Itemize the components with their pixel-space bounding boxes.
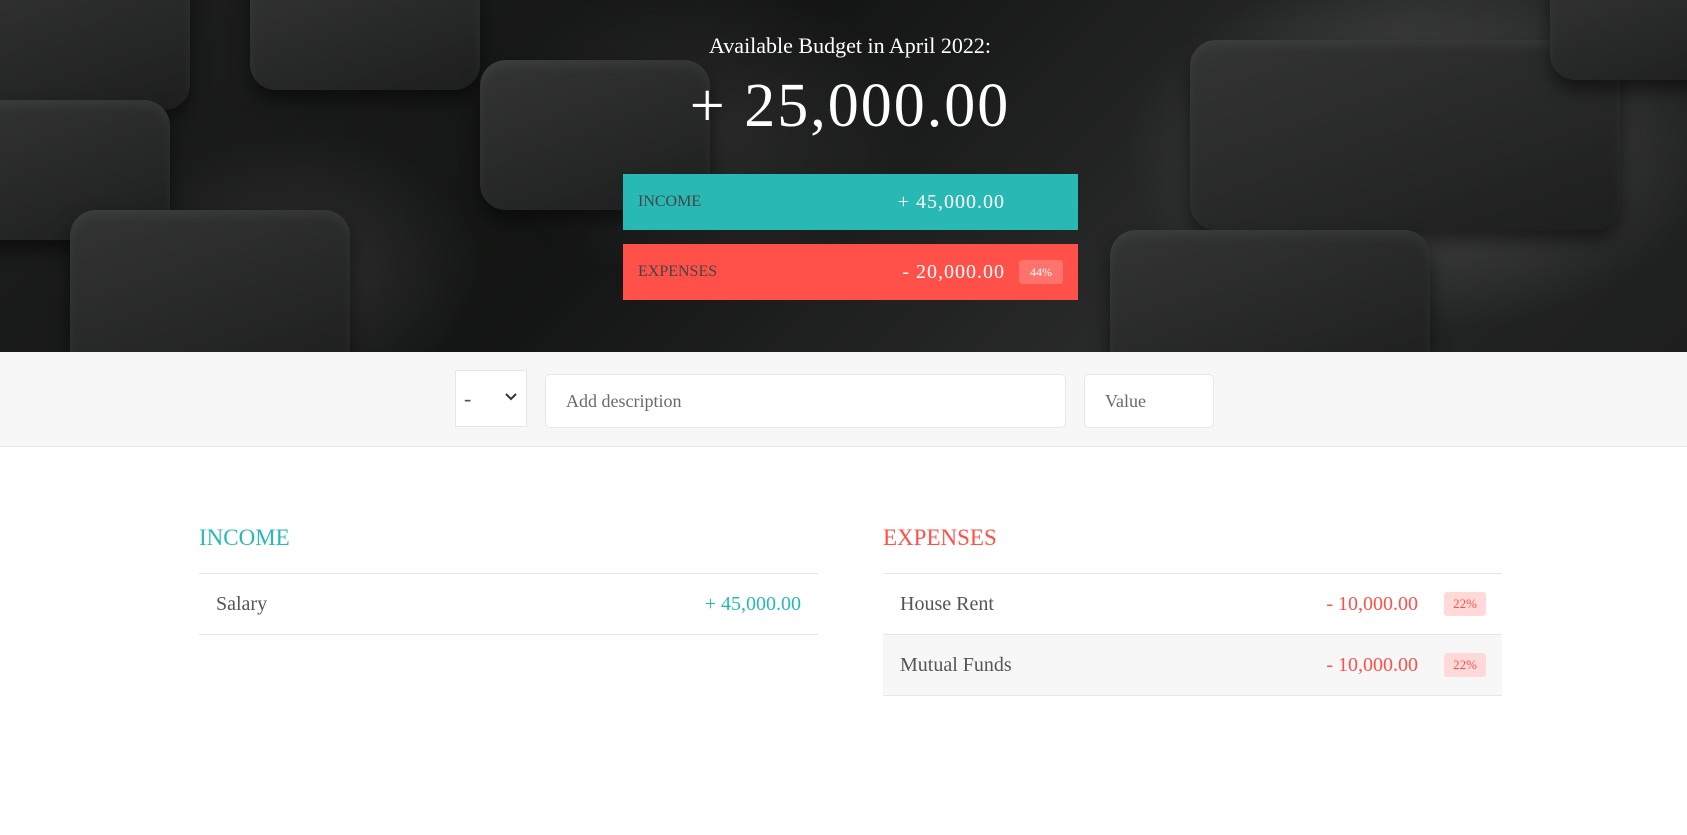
type-select-value: - [464,385,472,411]
income-list-title: Income [199,525,290,550]
expense-item-value: - 10,000.00 [1326,592,1418,615]
expenses-summary: Expenses - 20,000.00 44% [623,244,1078,300]
value-input[interactable] [1084,374,1214,428]
expense-item-value: - 10,000.00 [1326,653,1418,676]
income-summary-label: Income [638,193,702,210]
income-items: Salary + 45,000.00 [199,573,818,635]
description-input[interactable] [545,374,1066,428]
expense-item-description: House Rent [900,592,994,615]
expenses-summary-percentage: 44% [1019,260,1063,284]
expense-item-percentage: 22% [1444,592,1486,616]
expense-item[interactable]: Mutual Funds - 10,000.00 22% [883,635,1502,696]
expenses-list: Expenses House Rent - 10,000.00 22% Mutu… [883,525,1502,696]
budget-value: + 25,000.00 [689,72,1011,140]
budget-title: Available Budget in April 2022: [709,33,991,58]
expenses-summary-label: Expenses [638,263,718,280]
expense-item-description: Mutual Funds [900,653,1012,676]
expense-item[interactable]: House Rent - 10,000.00 22% [883,574,1502,635]
expenses-items: House Rent - 10,000.00 22% Mutual Funds … [883,573,1502,696]
add-entry-bar: - [0,352,1687,447]
chevron-down-icon [505,393,517,401]
income-summary-value: + 45,000.00 [897,190,1005,213]
income-list: Income Salary + 45,000.00 [199,525,818,635]
income-summary: Income + 45,000.00 [623,174,1078,230]
income-item[interactable]: Salary + 45,000.00 [199,574,818,635]
expense-item-percentage: 22% [1444,653,1486,677]
income-item-description: Salary [216,592,268,615]
expenses-summary-value: - 20,000.00 [902,260,1005,283]
income-item-value: + 45,000.00 [704,592,801,615]
expenses-list-title: Expenses [883,525,997,550]
type-select[interactable]: - [455,370,527,427]
